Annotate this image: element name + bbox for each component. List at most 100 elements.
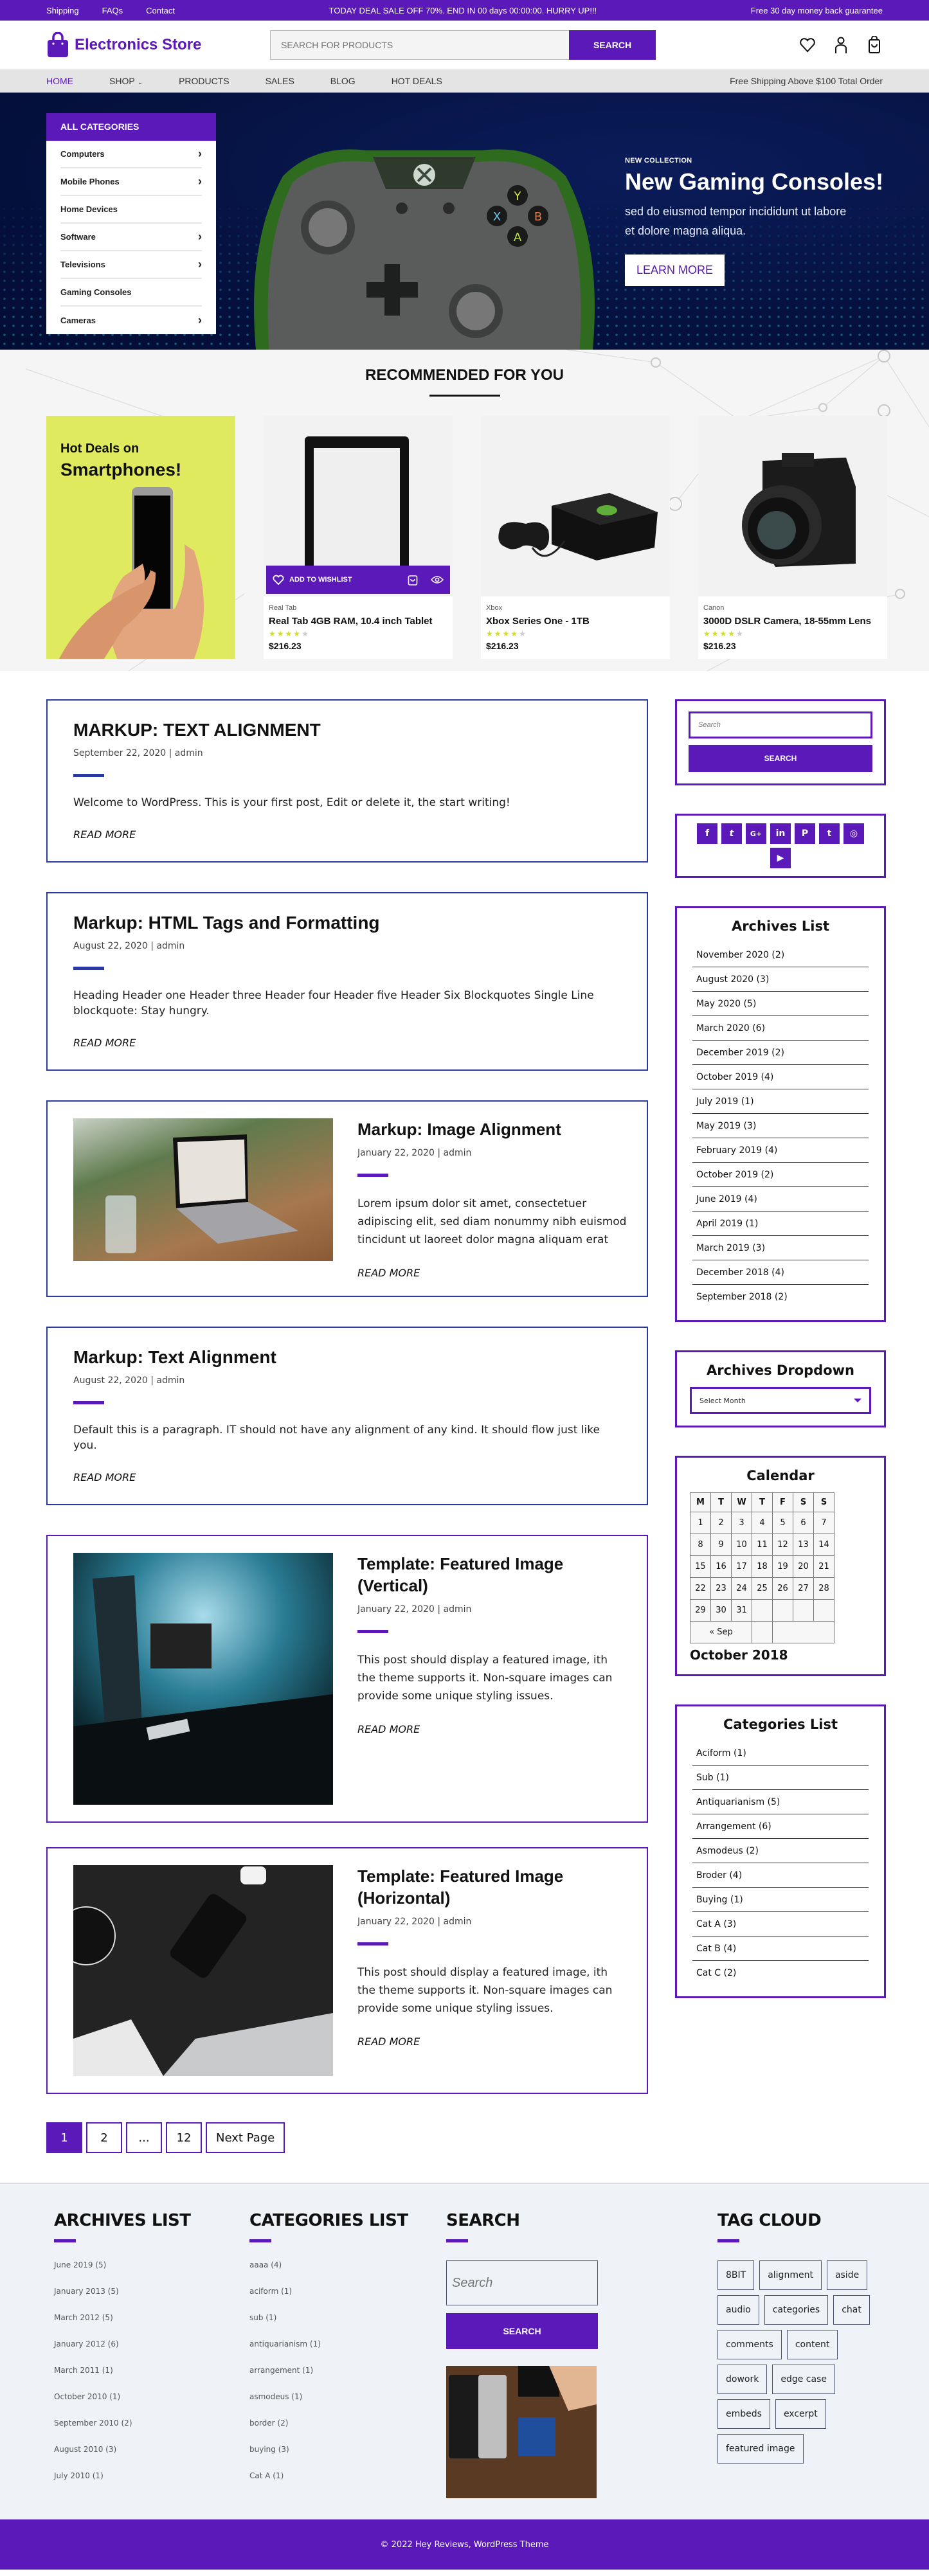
read-more-link[interactable]: READ MORE	[357, 2035, 420, 2048]
add-to-wishlist-button[interactable]: ADD TO WISHLIST	[273, 574, 352, 586]
tag-link[interactable]: content	[786, 2330, 838, 2359]
archive-link[interactable]: September 2018 (2)	[692, 1285, 869, 1309]
post-title[interactable]: Markup: HTML Tags and Formatting	[73, 913, 624, 933]
tag-link[interactable]: 8BIT	[717, 2260, 755, 2290]
google-plus-icon[interactable]: G+	[746, 823, 766, 844]
footer-category-link[interactable]: border (2)	[249, 2419, 446, 2445]
tag-link[interactable]: audio	[717, 2295, 759, 2325]
product-card[interactable]: Canon 3000D DSLR Camera, 18-55mm Lens ★★…	[698, 416, 887, 659]
tag-link[interactable]: comments	[717, 2330, 782, 2359]
heart-icon[interactable]	[799, 36, 816, 54]
category-item[interactable]: Mobile Phones ›	[60, 168, 202, 196]
nav-shop[interactable]: SHOP ⌄	[109, 76, 143, 86]
post-thumbnail[interactable]	[73, 1553, 333, 1805]
category-link[interactable]: Arrangement (6)	[692, 1814, 869, 1839]
twitter-icon[interactable]: t	[721, 823, 742, 844]
tag-link[interactable]: categories	[764, 2295, 829, 2325]
archive-link[interactable]: December 2018 (4)	[692, 1260, 869, 1285]
smartphone-promo-banner[interactable]: Hot Deals on Smartphones!	[46, 416, 235, 659]
calendar-prev-link[interactable]: « Sep	[690, 1621, 752, 1643]
footer-category-link[interactable]: sub (1)	[249, 2313, 446, 2339]
footer-archive-link[interactable]: March 2012 (5)	[54, 2313, 249, 2339]
post-thumbnail[interactable]	[73, 1865, 333, 2076]
tag-link[interactable]: excerpt	[775, 2399, 826, 2429]
tag-link[interactable]: alignment	[759, 2260, 822, 2290]
next-page-button[interactable]: Next Page	[206, 2122, 285, 2153]
nav-blog[interactable]: BLOG	[330, 76, 356, 86]
archive-link[interactable]: October 2019 (2)	[692, 1163, 869, 1187]
post-title[interactable]: MARKUP: TEXT ALIGNMENT	[73, 720, 624, 740]
tag-link[interactable]: edge case	[772, 2365, 835, 2394]
sidebar-search-input[interactable]	[689, 711, 872, 738]
quick-view-eye-icon[interactable]	[431, 575, 444, 584]
pinterest-icon[interactable]: P	[795, 823, 815, 844]
instagram-icon[interactable]: ◎	[843, 823, 864, 844]
post-title[interactable]: Markup: Image Alignment	[357, 1118, 629, 1140]
tumblr-icon[interactable]: t	[819, 823, 840, 844]
archive-link[interactable]: March 2019 (3)	[692, 1236, 869, 1260]
archive-link[interactable]: August 2020 (3)	[692, 967, 869, 992]
month-select[interactable]: Select Month	[690, 1387, 871, 1414]
tag-link[interactable]: chat	[833, 2295, 870, 2325]
footer-archive-link[interactable]: July 2010 (1)	[54, 2471, 249, 2498]
footer-search-input[interactable]	[446, 2260, 598, 2305]
archive-link[interactable]: November 2020 (2)	[692, 943, 869, 967]
page-link[interactable]: 12	[166, 2122, 202, 2153]
top-link-contact[interactable]: Contact	[146, 6, 175, 15]
user-icon[interactable]	[833, 36, 849, 54]
tag-link[interactable]: embeds	[717, 2399, 770, 2429]
cart-icon[interactable]	[866, 36, 883, 54]
product-title[interactable]: 3000D DSLR Camera, 18-55mm Lens	[703, 616, 882, 627]
facebook-icon[interactable]: f	[697, 823, 717, 844]
footer-category-link[interactable]: asmodeus (1)	[249, 2392, 446, 2419]
footer-category-link[interactable]: arrangement (1)	[249, 2366, 446, 2392]
footer-archive-link[interactable]: August 2010 (3)	[54, 2445, 249, 2471]
archive-link[interactable]: October 2019 (4)	[692, 1065, 869, 1089]
product-search-button[interactable]: SEARCH	[569, 30, 656, 60]
footer-archive-link[interactable]: January 2013 (5)	[54, 2287, 249, 2313]
product-card[interactable]: ADD TO WISHLIST Real Tab Real Tab 4GB RA…	[264, 416, 453, 659]
category-item[interactable]: Home Devices	[60, 196, 202, 224]
footer-category-link[interactable]: buying (3)	[249, 2445, 446, 2471]
top-link-shipping[interactable]: Shipping	[46, 6, 79, 15]
archive-link[interactable]: March 2020 (6)	[692, 1016, 869, 1041]
post-title[interactable]: Template: Featured Image (Vertical)	[357, 1553, 629, 1597]
category-link[interactable]: Cat B (4)	[692, 1936, 869, 1961]
archive-link[interactable]: May 2020 (5)	[692, 992, 869, 1016]
archive-link[interactable]: June 2019 (4)	[692, 1187, 869, 1212]
tag-link[interactable]: dowork	[717, 2365, 768, 2394]
nav-home[interactable]: HOME	[46, 76, 73, 86]
post-thumbnail[interactable]	[73, 1118, 333, 1261]
category-link[interactable]: Sub (1)	[692, 1766, 869, 1790]
product-title[interactable]: Xbox Series One - 1TB	[486, 616, 665, 627]
category-link[interactable]: Asmodeus (2)	[692, 1839, 869, 1863]
footer-archive-link[interactable]: June 2019 (5)	[54, 2260, 249, 2287]
footer-category-link[interactable]: aciform (1)	[249, 2287, 446, 2313]
read-more-link[interactable]: READ MORE	[357, 1723, 420, 1735]
category-item[interactable]: Cameras ›	[60, 307, 202, 334]
page-link[interactable]: ...	[126, 2122, 162, 2153]
archive-link[interactable]: July 2019 (1)	[692, 1089, 869, 1114]
top-link-faqs[interactable]: FAQs	[102, 6, 123, 15]
read-more-link[interactable]: READ MORE	[357, 1267, 420, 1279]
page-link[interactable]: 1	[46, 2122, 82, 2153]
sidebar-search-button[interactable]: SEARCH	[689, 745, 872, 772]
footer-archive-link[interactable]: January 2012 (6)	[54, 2339, 249, 2366]
nav-products[interactable]: PRODUCTS	[179, 76, 230, 86]
product-title[interactable]: Real Tab 4GB RAM, 10.4 inch Tablet	[269, 616, 447, 627]
archive-link[interactable]: February 2019 (4)	[692, 1138, 869, 1163]
footer-archive-link[interactable]: September 2010 (2)	[54, 2419, 249, 2445]
post-title[interactable]: Markup: Text Alignment	[73, 1347, 624, 1368]
page-link[interactable]: 2	[86, 2122, 122, 2153]
archive-link[interactable]: May 2019 (3)	[692, 1114, 869, 1138]
read-more-link[interactable]: READ MORE	[73, 1471, 136, 1483]
linkedin-icon[interactable]: in	[770, 823, 791, 844]
product-search-input[interactable]	[270, 30, 569, 60]
read-more-link[interactable]: READ MORE	[73, 828, 136, 841]
post-title[interactable]: Template: Featured Image (Horizontal)	[357, 1865, 629, 1909]
learn-more-button[interactable]: LEARN MORE	[625, 255, 725, 286]
footer-archive-link[interactable]: October 2010 (1)	[54, 2392, 249, 2419]
category-link[interactable]: Buying (1)	[692, 1888, 869, 1912]
category-link[interactable]: Cat C (2)	[692, 1961, 869, 1985]
category-item[interactable]: Software ›	[60, 224, 202, 251]
